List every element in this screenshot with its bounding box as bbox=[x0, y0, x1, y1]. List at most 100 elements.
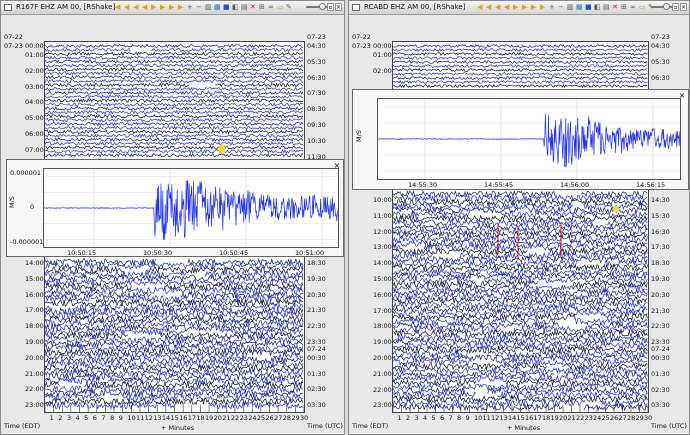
folder-icon[interactable]: ▭ bbox=[277, 4, 284, 11]
filter-icon[interactable]: ▥ bbox=[205, 4, 212, 11]
hour-label: 06:00 bbox=[25, 130, 44, 138]
event-marker[interactable] bbox=[219, 145, 225, 153]
left-popup-plot[interactable] bbox=[43, 168, 339, 248]
left-footer-utc: Time (UTC) bbox=[307, 422, 343, 430]
chart-icon[interactable]: ▦ bbox=[214, 4, 221, 11]
back-icon[interactable]: ◀ bbox=[486, 4, 493, 11]
hour-label: 18:00 bbox=[373, 322, 392, 331]
close-red-icon[interactable]: ✕ bbox=[250, 4, 257, 11]
minute-label: 10 bbox=[127, 414, 136, 422]
hour-label: 17:30 bbox=[651, 243, 670, 252]
link-icon[interactable]: ∞ bbox=[268, 4, 275, 11]
forward-icon[interactable]: ▶ bbox=[513, 4, 520, 11]
forward-icon[interactable]: ▶ bbox=[151, 4, 158, 11]
forward-icon[interactable]: ▶ bbox=[169, 4, 176, 11]
minute-label: 26 bbox=[265, 414, 274, 422]
hour-label: 10:00 bbox=[373, 196, 392, 204]
back-icon[interactable]: ◀ bbox=[477, 4, 484, 11]
hour-label: 05:00 bbox=[25, 114, 44, 123]
chart-icon[interactable]: ▦ bbox=[576, 4, 583, 11]
helicorder-trace-line bbox=[45, 59, 303, 64]
helicorder-trace-line bbox=[45, 339, 304, 349]
hour-label: 01:00 bbox=[25, 51, 44, 59]
left-zoom-popup[interactable]: × M/S 0.000001 0 -0.000001 10:50:15 10:5… bbox=[6, 159, 344, 257]
right-helicorder-window: RCABD EHZ AM 00, [RShake] ▫ × ◀ ◀ ◀ ◀ ▶ ▶ ▶ ▶ + −… bbox=[348, 0, 690, 435]
split-icon[interactable]: ◧ bbox=[232, 4, 239, 11]
stack-icon[interactable]: ▤ bbox=[603, 4, 610, 11]
minute-label: 1 bbox=[397, 414, 402, 422]
filter-icon[interactable]: ▥ bbox=[567, 4, 574, 11]
minute-label: 29 bbox=[635, 414, 644, 422]
helicorder-trace-line bbox=[45, 152, 304, 158]
forward-icon[interactable]: ▶ bbox=[540, 4, 547, 11]
helicorder-trace-line bbox=[45, 335, 304, 345]
right-date-left-top: 07-22 bbox=[352, 33, 371, 41]
event-marker[interactable] bbox=[613, 206, 619, 212]
back-icon[interactable]: ◀ bbox=[495, 4, 502, 11]
helicorder-trace-line bbox=[45, 306, 304, 316]
forward-icon[interactable]: ▶ bbox=[178, 4, 185, 11]
back-icon[interactable]: ◀ bbox=[124, 4, 131, 11]
helicorder-trace-line bbox=[393, 304, 648, 313]
zoom-slider-knob[interactable] bbox=[319, 3, 326, 10]
hour-label: 03:30 bbox=[651, 401, 670, 410]
right-date-right-mid: 07-24 bbox=[651, 345, 670, 353]
color-icon[interactable]: ■ bbox=[223, 4, 230, 11]
hour-label: 16:00 bbox=[373, 290, 392, 299]
right-window-title: RCABD EHZ AM 00, [RShake] bbox=[364, 3, 466, 11]
right-close-button[interactable]: × bbox=[680, 3, 687, 11]
helicorder-trace-line bbox=[45, 261, 304, 271]
right-popup-plot[interactable] bbox=[377, 98, 681, 180]
right-footer-edt: Time (EDT) bbox=[352, 422, 389, 430]
hour-label: 02:30 bbox=[651, 385, 670, 394]
zoom-in-icon[interactable]: + bbox=[187, 4, 194, 11]
minute-label: 4 bbox=[423, 414, 428, 422]
helicorder-trace-line bbox=[45, 113, 304, 119]
hour-label: 02:00 bbox=[25, 66, 44, 75]
left-restore-button[interactable]: ▫ bbox=[327, 3, 334, 11]
zoom-out-icon[interactable]: − bbox=[196, 4, 203, 11]
split-icon[interactable]: ◧ bbox=[594, 4, 601, 11]
pencil-icon[interactable]: ✎ bbox=[286, 4, 293, 11]
right-zoom-popup[interactable]: × M/S 14:55:30 14:55:45 14:56:00 14:56:1… bbox=[352, 89, 689, 190]
back-icon[interactable]: ◀ bbox=[504, 4, 511, 11]
forward-icon[interactable]: ▶ bbox=[531, 4, 538, 11]
left-date-right-top: 07-23 bbox=[307, 33, 326, 41]
back-icon[interactable]: ◀ bbox=[115, 4, 122, 11]
link-icon[interactable]: ∞ bbox=[630, 4, 637, 11]
helicorder-trace-line bbox=[393, 275, 648, 285]
right-popup-xtick-2: 14:56:00 bbox=[560, 181, 590, 189]
minute-label: 11 bbox=[135, 414, 145, 422]
zoom-out-icon[interactable]: − bbox=[558, 4, 565, 11]
hour-label: 22:30 bbox=[307, 322, 326, 331]
back-icon[interactable]: ◀ bbox=[133, 4, 140, 11]
stack-icon[interactable]: ▤ bbox=[241, 4, 248, 11]
color-icon[interactable]: ■ bbox=[585, 4, 592, 11]
minute-label: 15 bbox=[516, 414, 525, 422]
helicorder-trace-line bbox=[45, 401, 304, 410]
left-close-button[interactable]: × bbox=[335, 3, 342, 11]
forward-icon[interactable]: ▶ bbox=[160, 4, 167, 11]
minute-label: 23 bbox=[584, 414, 593, 422]
minute-label: 18 bbox=[196, 414, 205, 422]
left-date-left-second: 07-23 00:00 bbox=[4, 42, 44, 50]
close-red-icon[interactable]: ✕ bbox=[612, 4, 619, 11]
zoom-slider-knob[interactable] bbox=[663, 3, 670, 10]
minute-label: 12 bbox=[491, 414, 500, 422]
left-window-title: R167F EHZ AM 00, [RShake] bbox=[16, 3, 116, 11]
right-restore-button[interactable]: ▫ bbox=[672, 3, 679, 11]
hour-label: 20:30 bbox=[651, 290, 670, 299]
zoom-in-icon[interactable]: + bbox=[549, 4, 556, 11]
zoom-box-icon[interactable]: ⊞ bbox=[621, 4, 628, 11]
helicorder-trace-line bbox=[45, 109, 304, 115]
hour-label: 14:00 bbox=[373, 259, 392, 268]
helicorder-trace-line bbox=[45, 376, 304, 386]
back-icon[interactable]: ◀ bbox=[142, 4, 149, 11]
left-helicorder-window: R167F EHZ AM 00, [RShake] ▫ × ◀ ◀ ◀ ◀ ▶ ▶ ▶ ▶ + −… bbox=[0, 0, 345, 435]
minute-label: 20 bbox=[213, 414, 222, 422]
minute-label: 2 bbox=[58, 414, 63, 422]
folder-icon[interactable]: ▭ bbox=[639, 4, 646, 11]
forward-icon[interactable]: ▶ bbox=[522, 4, 529, 11]
zoom-box-icon[interactable]: ⊞ bbox=[259, 4, 266, 11]
helicorder-trace-line bbox=[393, 312, 648, 321]
